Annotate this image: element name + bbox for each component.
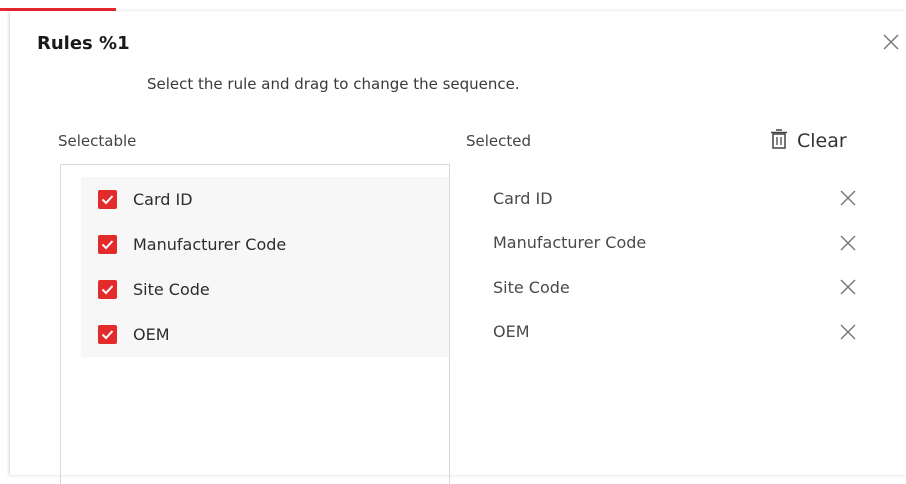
remove-icon[interactable] bbox=[839, 189, 857, 207]
checkbox-checked-icon[interactable] bbox=[98, 280, 117, 299]
selected-item-label: Manufacturer Code bbox=[493, 233, 647, 253]
selectable-item-label: Card ID bbox=[133, 190, 193, 209]
remove-icon[interactable] bbox=[839, 234, 857, 252]
instruction-text: Select the rule and drag to change the s… bbox=[147, 75, 520, 93]
rules-dialog: Rules %1 Select the rule and drag to cha… bbox=[10, 11, 906, 484]
remove-icon[interactable] bbox=[839, 278, 857, 296]
selected-item-label: Card ID bbox=[493, 188, 553, 208]
dialog-title: Rules %1 bbox=[37, 33, 130, 54]
close-icon[interactable] bbox=[881, 32, 901, 52]
checkbox-checked-icon[interactable] bbox=[98, 325, 117, 344]
checkbox-checked-icon[interactable] bbox=[98, 190, 117, 209]
clear-button[interactable]: Clear bbox=[770, 129, 847, 153]
selectable-item-manufacturer-code[interactable]: Manufacturer Code bbox=[81, 222, 449, 267]
remove-icon[interactable] bbox=[839, 323, 857, 341]
selected-item-card-id[interactable]: Card ID bbox=[493, 176, 863, 221]
selectable-item-card-id[interactable]: Card ID bbox=[81, 177, 449, 222]
selected-header: Selected bbox=[466, 132, 532, 150]
selectable-list-panel: Card ID Manufacturer Code Site Code OEM bbox=[60, 164, 450, 484]
background-window-strip bbox=[0, 0, 906, 11]
selectable-item-label: Site Code bbox=[133, 280, 210, 299]
checkbox-checked-icon[interactable] bbox=[98, 235, 117, 254]
selectable-item-label: Manufacturer Code bbox=[133, 235, 287, 254]
clear-label: Clear bbox=[797, 130, 847, 152]
selectable-item-oem[interactable]: OEM bbox=[81, 312, 449, 357]
selected-item-label: Site Code bbox=[493, 277, 570, 297]
selected-item-label: OEM bbox=[493, 322, 530, 342]
selectable-item-label: OEM bbox=[133, 325, 170, 344]
selectable-header: Selectable bbox=[58, 132, 137, 150]
selected-item-manufacturer-code[interactable]: Manufacturer Code bbox=[493, 221, 863, 266]
trash-icon bbox=[770, 129, 788, 153]
selected-list: Card ID Manufacturer Code Site Code OEM bbox=[493, 176, 863, 354]
selectable-item-site-code[interactable]: Site Code bbox=[81, 267, 449, 312]
selectable-list: Card ID Manufacturer Code Site Code OEM bbox=[81, 177, 449, 357]
selected-item-oem[interactable]: OEM bbox=[493, 310, 863, 355]
selected-item-site-code[interactable]: Site Code bbox=[493, 265, 863, 310]
